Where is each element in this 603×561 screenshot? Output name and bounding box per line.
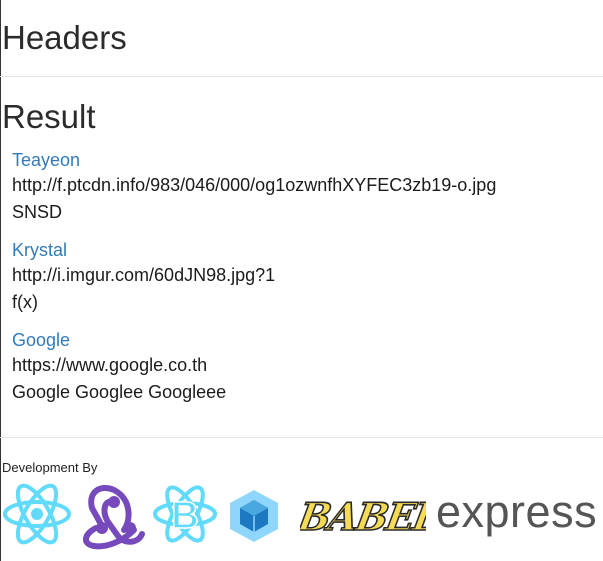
result-heading: Result [2,98,96,135]
left-border [0,0,1,561]
result-tags: f(x) [12,292,38,312]
redux-logo-icon [83,485,145,550]
result-url: https://www.google.co.th [12,355,208,375]
result-item: Krystal http://i.imgur.com/60dJN98.jpg?1… [12,238,602,316]
result-url: http://i.imgur.com/60dJN98.jpg?1 [12,265,276,285]
express-logo-icon: express [436,486,598,537]
babel-logo-icon: BABEL [300,494,426,540]
divider [0,76,603,77]
result-tags: Google Googlee Googleee [12,382,227,402]
svg-text:B: B [171,495,198,537]
svg-text:BABEL: BABEL [300,495,426,540]
result-title-link[interactable]: Teayeon [12,148,602,172]
result-title-link[interactable]: Google [12,328,602,352]
webpack-logo-icon [230,490,278,542]
development-by-label: Development By [2,460,98,475]
result-item: Teayeon http://f.ptcdn.info/983/046/000/… [12,148,602,226]
react-logo-icon [3,483,71,545]
tech-logos: B BABEL express [0,478,603,550]
result-url: http://f.ptcdn.info/983/046/000/og1ozwnf… [12,175,497,195]
headers-heading: Headers [2,19,127,56]
result-title-link[interactable]: Krystal [12,238,602,262]
result-list: Teayeon http://f.ptcdn.info/983/046/000/… [12,148,602,406]
result-tags: SNSD [12,202,63,222]
divider [0,437,603,438]
result-item: Google https://www.google.co.th Google G… [12,328,602,406]
react-bootstrap-logo-icon: B [153,485,217,543]
